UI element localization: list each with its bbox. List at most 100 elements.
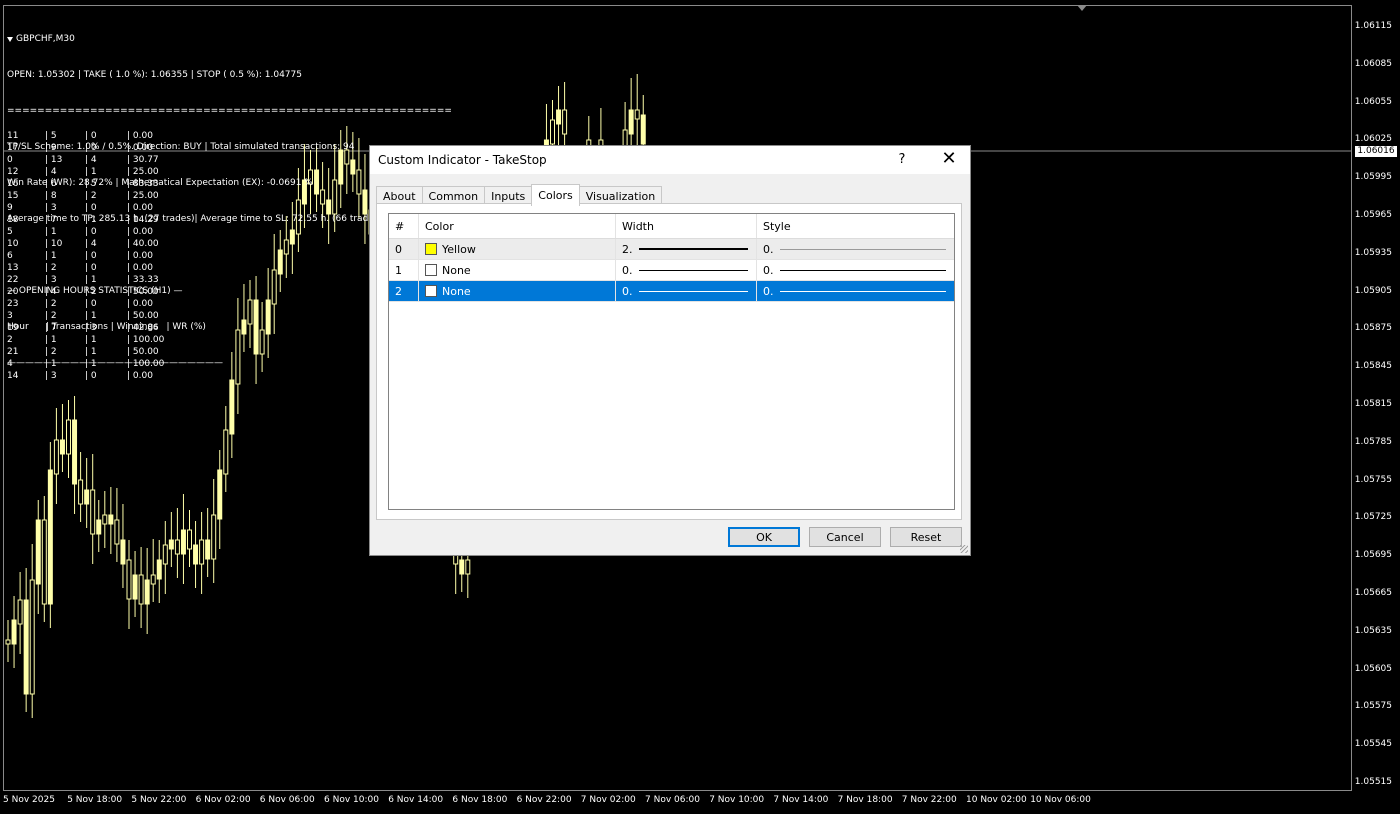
- resize-grip-icon[interactable]: [960, 545, 968, 553]
- stats-row: 17 | 9 | 0 | 0.00: [7, 142, 167, 154]
- time-tick-label: 7 Nov 14:00: [773, 795, 829, 805]
- stats-row: 2 | 1 | 1 | 100.00: [7, 334, 167, 346]
- stats-cell: | 13: [45, 155, 63, 165]
- stats-row: 10 | 10 | 4 | 40.00: [7, 238, 167, 250]
- width-select[interactable]: 0.: [616, 281, 757, 301]
- stats-cell: | 2: [45, 263, 57, 273]
- ok-button[interactable]: OK: [728, 527, 800, 547]
- stats-cell: 13: [7, 263, 19, 273]
- width-line-preview: [638, 269, 748, 271]
- stats-cell: 4: [7, 359, 13, 369]
- style-value: 0.: [763, 284, 774, 298]
- stats-cell: 3: [7, 311, 13, 321]
- stats-cell: | 0: [85, 263, 97, 273]
- stats-row: 23 | 2 | 0 | 0.00: [7, 298, 167, 310]
- column-header-index[interactable]: #: [389, 214, 419, 238]
- stats-cell: | 1: [45, 359, 57, 369]
- time-tick-label: 7 Nov 10:00: [709, 795, 765, 805]
- time-tick-label: 6 Nov 02:00: [195, 795, 251, 805]
- stats-cell: 11: [7, 131, 19, 141]
- stats-cell: | 25.00: [127, 191, 159, 201]
- stats-row: 6 | 1 | 0 | 0.00: [7, 250, 167, 262]
- price-tick-label: 1.05755: [1354, 474, 1392, 485]
- time-tick-label: 7 Nov 06:00: [645, 795, 700, 805]
- stats-cell: | 50.00: [127, 287, 159, 297]
- stats-row: 16 | 6 | 5 | 83.33: [7, 178, 167, 190]
- stats-cell: | 1: [45, 227, 57, 237]
- time-tick-label: 10 Nov 02:00: [966, 795, 1027, 805]
- color-name: None: [442, 263, 471, 277]
- symbol-label: GBPCHF,M30: [16, 34, 75, 44]
- style-select[interactable]: 0.: [757, 239, 954, 259]
- color-swatch: [425, 264, 437, 276]
- price-tick-label: 1.06055: [1354, 96, 1392, 107]
- time-tick-label: 6 Nov 06:00: [259, 795, 315, 805]
- stats-cell: | 3: [45, 203, 57, 213]
- stats-cell: 5: [7, 227, 13, 237]
- stats-cell: | 5: [85, 179, 97, 189]
- price-tick-label: 1.05815: [1354, 399, 1392, 409]
- cancel-button[interactable]: Cancel: [809, 527, 881, 547]
- style-select[interactable]: 0.: [757, 260, 954, 280]
- color-picker[interactable]: None: [419, 281, 616, 301]
- close-icon[interactable]: ✕: [936, 149, 962, 169]
- column-header-style[interactable]: Style: [757, 214, 954, 238]
- stats-cell: 16: [7, 179, 19, 189]
- stats-cell: | 7: [45, 323, 57, 333]
- price-tick-label: 1.05965: [1354, 210, 1392, 220]
- stats-row: 5 | 1 | 0 | 0.00: [7, 226, 167, 238]
- info-line: OPEN: 1.05302 | TAKE ( 1.0 %): 1.06355 |…: [7, 70, 302, 80]
- stats-cell: 12: [7, 167, 19, 177]
- column-header-color[interactable]: Color: [419, 214, 616, 238]
- time-tick-label: 5 Nov 22:00: [131, 795, 187, 805]
- stats-cell: | 4: [45, 167, 57, 177]
- stats-cell: | 0: [85, 131, 97, 141]
- colors-grid-row[interactable]: 0 Yellow 2. 0.: [389, 239, 954, 260]
- stats-cell: | 50.00: [127, 311, 159, 321]
- colors-grid-row[interactable]: 1 None 0. 0.: [389, 260, 954, 281]
- stats-cell: | 4: [85, 239, 97, 249]
- price-tick-label: 1.05905: [1354, 285, 1392, 296]
- time-tick-label: 5 Nov 18:00: [67, 795, 123, 805]
- style-line-preview: [779, 290, 946, 292]
- stats-cell: | 1: [45, 335, 57, 345]
- stats-cell: | 2: [45, 299, 57, 309]
- stats-cell: | 0.00: [127, 263, 153, 273]
- stats-cell: 21: [7, 347, 19, 357]
- help-icon[interactable]: ?: [892, 152, 912, 167]
- stats-cell: | 0.00: [127, 251, 153, 261]
- column-header-width[interactable]: Width: [616, 214, 757, 238]
- style-select[interactable]: 0.: [757, 281, 954, 301]
- stats-cell: 19: [7, 323, 19, 333]
- dialog-title-bar[interactable]: Custom Indicator - TakeStop ? ✕: [370, 146, 970, 174]
- stats-row: 20 | 4 | 2 | 50.00: [7, 286, 167, 298]
- width-select[interactable]: 0.: [616, 260, 757, 280]
- stats-cell: | 1: [85, 335, 97, 345]
- stats-row: 19 | 7 | 3 | 42.86: [7, 322, 167, 334]
- stats-cell: 6: [7, 251, 13, 261]
- stats-cell: 10: [7, 239, 19, 249]
- color-picker[interactable]: None: [419, 260, 616, 280]
- stats-cell: | 4: [85, 155, 97, 165]
- chevron-down-icon[interactable]: [7, 36, 13, 42]
- price-tick-label: 1.06025: [1354, 134, 1392, 145]
- stats-cell: | 30.77: [127, 155, 159, 165]
- stats-cell: | 1: [85, 215, 97, 225]
- time-tick-label: 6 Nov 14:00: [388, 795, 444, 805]
- style-line-preview: [779, 269, 946, 271]
- stats-cell: | 100.00: [127, 359, 165, 369]
- stats-cell: | 0.00: [127, 131, 153, 141]
- stats-row: 4 | 1 | 1 | 100.00: [7, 358, 167, 370]
- stats-cell: | 7: [45, 215, 57, 225]
- width-select[interactable]: 2.: [616, 239, 757, 259]
- colors-grid-row[interactable]: 2 None 0. 0.: [389, 281, 954, 302]
- chart-shift-marker[interactable]: [1077, 5, 1087, 11]
- stats-row: 11 | 5 | 0 | 0.00: [7, 130, 167, 142]
- reset-button[interactable]: Reset: [890, 527, 962, 547]
- stats-cell: 23: [7, 299, 19, 309]
- width-value: 2.: [622, 242, 633, 256]
- stats-cell: | 2: [45, 347, 57, 357]
- color-picker[interactable]: Yellow: [419, 239, 616, 259]
- color-swatch: [425, 243, 437, 255]
- tab-colors[interactable]: Colors: [531, 184, 580, 206]
